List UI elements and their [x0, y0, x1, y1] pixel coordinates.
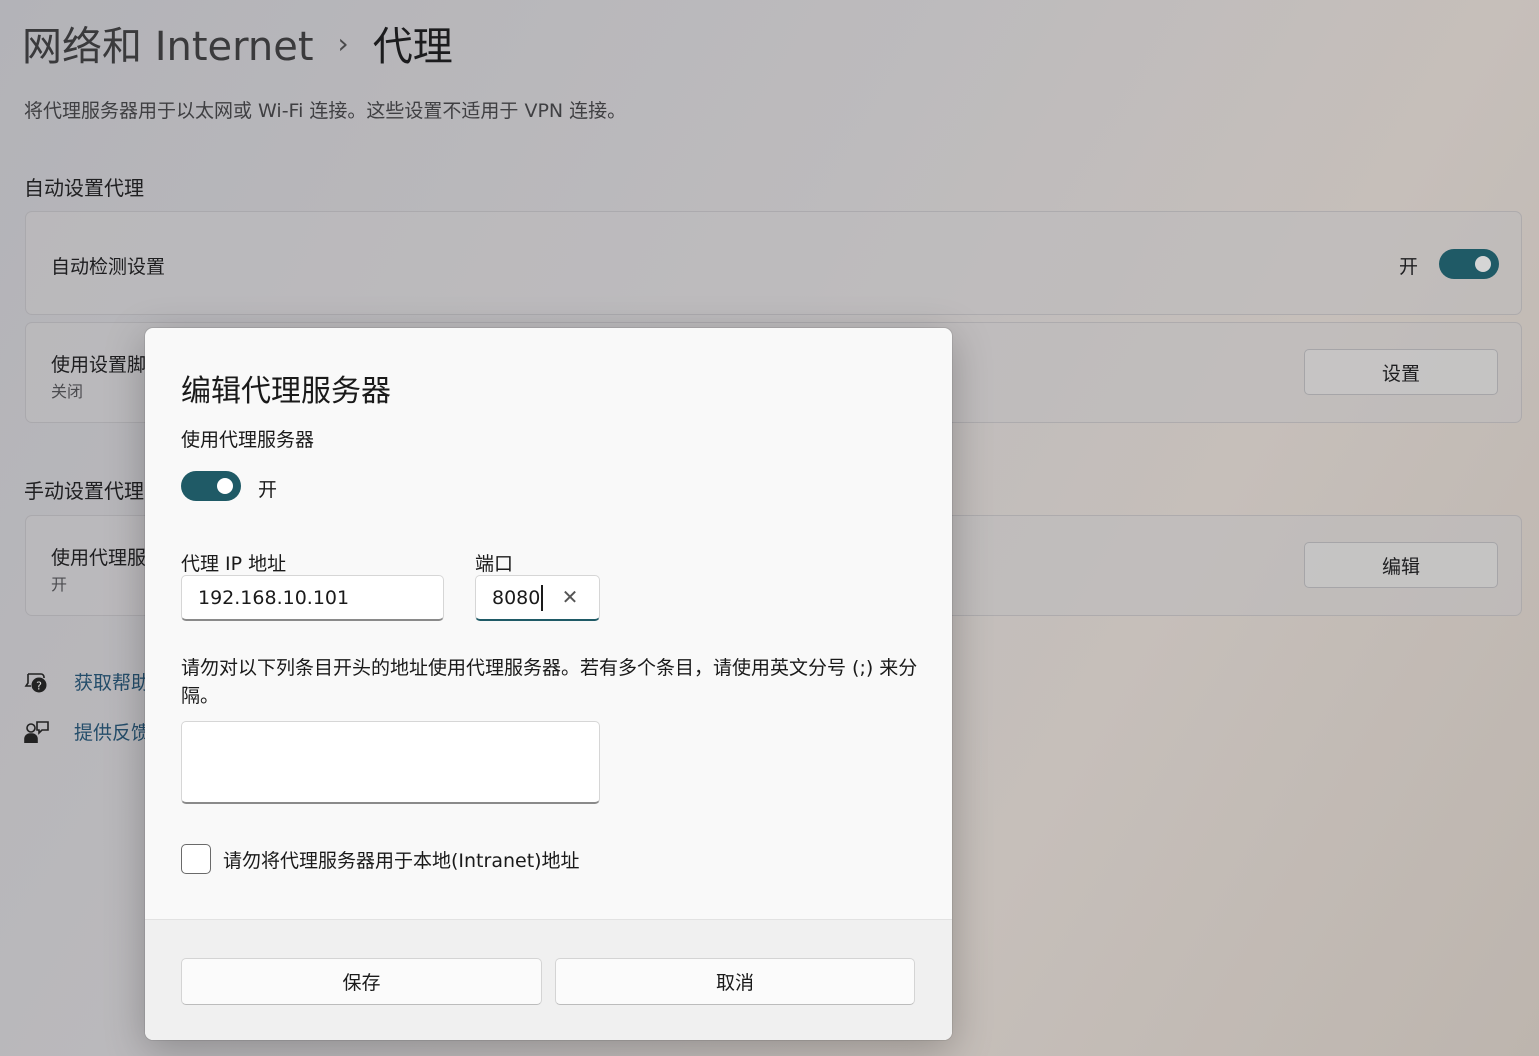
clear-icon[interactable]: ✕	[559, 585, 581, 609]
use-proxy-label: 使用代理服务器	[181, 429, 315, 451]
auto-detect-label: 自动检测设置	[51, 256, 166, 278]
toggle-knob	[217, 478, 233, 494]
edit-button[interactable]: 编辑	[1304, 542, 1498, 588]
local-address-checkbox-label[interactable]: 请勿将代理服务器用于本地(Intranet)地址	[223, 846, 580, 873]
port-label: 端口	[475, 553, 514, 575]
manual-proxy-label: 使用代理服	[51, 547, 147, 569]
save-button[interactable]: 保存	[181, 958, 542, 1005]
cancel-button[interactable]: 取消	[555, 958, 915, 1005]
manual-proxy-status: 开	[51, 575, 68, 594]
feedback-icon	[24, 719, 50, 745]
auto-detect-state: 开	[1399, 256, 1419, 278]
proxy-ip-label: 代理 IP 地址	[181, 553, 287, 575]
toggle-knob	[1475, 256, 1491, 272]
help-link[interactable]: 获取帮助	[74, 668, 150, 695]
exceptions-textarea[interactable]	[181, 721, 600, 804]
use-proxy-toggle-state: 开	[258, 479, 278, 501]
auto-detect-toggle[interactable]	[1439, 249, 1499, 279]
exceptions-note: 请勿对以下列条目开头的地址使用代理服务器。若有多个条目，请使用英文分号 (;) …	[181, 657, 918, 707]
local-address-checkbox[interactable]	[181, 844, 211, 874]
auto-detect-card: 自动检测设置 开	[25, 211, 1522, 315]
page-title: 代理	[372, 24, 453, 70]
proxy-ip-input[interactable]: 192.168.10.101	[181, 575, 444, 621]
feedback-link-row[interactable]: 提供反馈	[24, 718, 150, 745]
page-description: 将代理服务器用于以太网或 Wi-Fi 连接。这些设置不适用于 VPN 连接。	[24, 100, 627, 122]
proxy-ip-value: 192.168.10.101	[198, 586, 350, 609]
use-proxy-toggle[interactable]	[181, 471, 241, 501]
setup-script-status: 关闭	[51, 382, 84, 401]
setup-button[interactable]: 设置	[1304, 349, 1498, 395]
breadcrumb-parent[interactable]: 网络和 Internet	[22, 14, 314, 72]
auto-section-title: 自动设置代理	[24, 176, 144, 200]
chevron-right-icon: ›	[337, 26, 349, 60]
port-input[interactable]: 8080 ✕	[475, 575, 600, 621]
manual-section-title: 手动设置代理	[24, 479, 144, 503]
dialog-title: 编辑代理服务器	[181, 374, 391, 409]
setup-script-label: 使用设置脚	[51, 354, 147, 376]
svg-text:?: ?	[36, 679, 42, 692]
edit-proxy-dialog: 编辑代理服务器 使用代理服务器 开 代理 IP 地址 192.168.10.10…	[145, 328, 952, 1040]
help-link-row[interactable]: ? 获取帮助	[24, 668, 150, 695]
text-caret	[541, 584, 544, 611]
help-icon: ?	[24, 669, 50, 695]
port-value: 8080	[492, 586, 541, 609]
feedback-link[interactable]: 提供反馈	[74, 718, 150, 745]
breadcrumb: 网络和 Internet › 代理	[22, 14, 453, 72]
dialog-footer: 保存 取消	[145, 919, 952, 1040]
